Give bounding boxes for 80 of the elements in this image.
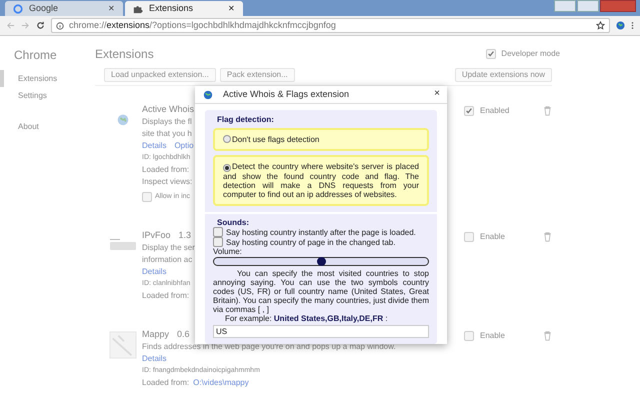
checkbox-label: Say hosting country instantly after the page is loaded. bbox=[226, 228, 416, 236]
developer-mode-checkbox[interactable] bbox=[486, 49, 496, 59]
maximize-icon[interactable] bbox=[577, 0, 599, 12]
dialog-title: Active Whois & Flags extension bbox=[223, 88, 350, 101]
enable-label: Enabled bbox=[480, 106, 510, 116]
developer-mode-label: Developer mode bbox=[501, 48, 560, 60]
browser-tab[interactable]: Extensions ✕ bbox=[125, 1, 243, 16]
extension-name: Active Whois bbox=[142, 103, 194, 116]
extension-link[interactable]: Details bbox=[142, 266, 166, 278]
update-button[interactable]: Update extensions now bbox=[454, 68, 552, 82]
trash-icon[interactable] bbox=[543, 331, 552, 341]
section-heading: Flag detection: bbox=[216, 115, 275, 124]
toolbar-button[interactable]: Pack extension... bbox=[220, 68, 295, 82]
tab-title: Extensions bbox=[149, 2, 194, 15]
checkbox[interactable] bbox=[213, 237, 223, 247]
slider-thumb[interactable] bbox=[317, 257, 326, 266]
extension-link[interactable]: Optio bbox=[174, 140, 194, 152]
extension-link[interactable]: Details bbox=[142, 140, 166, 152]
extension-link[interactable]: Details bbox=[142, 353, 166, 365]
toolbar-button[interactable]: Load unpacked extension... bbox=[104, 68, 216, 82]
close-button[interactable]: ✕ bbox=[108, 4, 115, 12]
checkbox-label: Say hosting country of page in the changed tab. bbox=[226, 238, 396, 246]
extension-description: information ac bbox=[142, 254, 192, 266]
enable-checkbox[interactable] bbox=[464, 232, 474, 242]
url-text: chrome://extensions/?options=lgochbdhlkhdmajdhkcknfmccjbgnfog bbox=[69, 18, 337, 32]
extension-description: Display the ser bbox=[142, 242, 195, 254]
enable-label: Enable bbox=[480, 331, 505, 341]
radio-button[interactable] bbox=[223, 164, 231, 172]
volume-label: Volume: bbox=[213, 247, 242, 256]
loaded-from-label: Loaded from: bbox=[142, 290, 190, 302]
enable-checkbox[interactable] bbox=[464, 331, 474, 341]
star-icon[interactable] bbox=[596, 21, 605, 30]
loaded-from-label: Loaded from: bbox=[142, 164, 190, 176]
countries-note: You can specify the most visited countries to stop annoying saying. You can use the two symbols country codes (US, FR) or full country name (United States, Great Britain). You can specify the many countries, just divide them via commas [ , ] bbox=[213, 269, 429, 314]
globe-icon bbox=[203, 90, 213, 100]
extension-name: Mappy bbox=[142, 328, 170, 341]
browser-tab[interactable]: Google ✕ bbox=[5, 1, 123, 16]
address-bar[interactable]: chrome://extensions/?options=lgochbdhlkhdmajdhkcknfmccjbgnfog bbox=[51, 18, 610, 33]
example-text: For example: United States,GB,Italy,DE,FR : bbox=[224, 314, 388, 323]
trash-icon[interactable] bbox=[543, 232, 552, 242]
close-button[interactable]: ✕ bbox=[228, 4, 235, 12]
radio-button[interactable] bbox=[223, 135, 231, 143]
puzzle-icon bbox=[133, 4, 143, 14]
extension-description: Finds addresses in the web page you're on and pops up a map window. bbox=[142, 341, 396, 353]
enable-label: Enable bbox=[480, 232, 505, 242]
extension-name: IPvFoo bbox=[142, 229, 171, 242]
section-heading: Sounds: bbox=[216, 218, 249, 227]
extension-description: Displays the fl bbox=[142, 116, 192, 128]
extension-version: 0.6 bbox=[177, 328, 190, 341]
close-window-icon[interactable] bbox=[600, 0, 636, 12]
forward-icon[interactable] bbox=[21, 21, 30, 30]
globe-icon[interactable] bbox=[616, 21, 625, 30]
menu-icon[interactable] bbox=[631, 21, 634, 30]
sidebar-item[interactable]: Settings bbox=[0, 87, 49, 104]
countries-input[interactable]: US bbox=[213, 325, 429, 338]
checkbox[interactable] bbox=[213, 227, 223, 237]
tab-title: Google bbox=[29, 2, 60, 15]
page-title: Extensions bbox=[95, 46, 155, 63]
loaded-from-label: Loaded from: bbox=[142, 377, 190, 389]
sidebar-item[interactable]: About bbox=[0, 118, 41, 135]
back-icon[interactable] bbox=[6, 21, 15, 30]
minimize-icon[interactable] bbox=[554, 0, 576, 12]
close-button[interactable]: × bbox=[434, 89, 440, 99]
radio-option[interactable]: Detect the country where website's server is placed and show the found country code and flag. The detection will make a DNS requests from your computer to find out an ip addresses of websites. bbox=[213, 155, 429, 206]
inspect-views-label: Inspect views: bbox=[142, 176, 192, 188]
incognito-checkbox[interactable] bbox=[142, 192, 152, 202]
trash-icon[interactable] bbox=[543, 106, 552, 116]
info-icon[interactable] bbox=[56, 22, 64, 30]
reload-icon[interactable] bbox=[36, 21, 45, 30]
enable-checkbox[interactable] bbox=[464, 106, 474, 116]
radio-option[interactable]: Don't use flags detection bbox=[213, 128, 429, 151]
sidebar-item[interactable]: Extensions bbox=[0, 70, 60, 87]
map-icon bbox=[108, 331, 138, 359]
extension-description: site that you h bbox=[142, 128, 192, 140]
volume-slider[interactable] bbox=[213, 257, 429, 266]
globe-icon bbox=[116, 112, 130, 126]
sidebar-title: Chrome bbox=[13, 47, 57, 64]
google-icon bbox=[13, 4, 23, 14]
extension-version: 1.3 bbox=[178, 229, 192, 242]
loaded-from-path[interactable]: O:\vides\mappy bbox=[193, 377, 249, 389]
